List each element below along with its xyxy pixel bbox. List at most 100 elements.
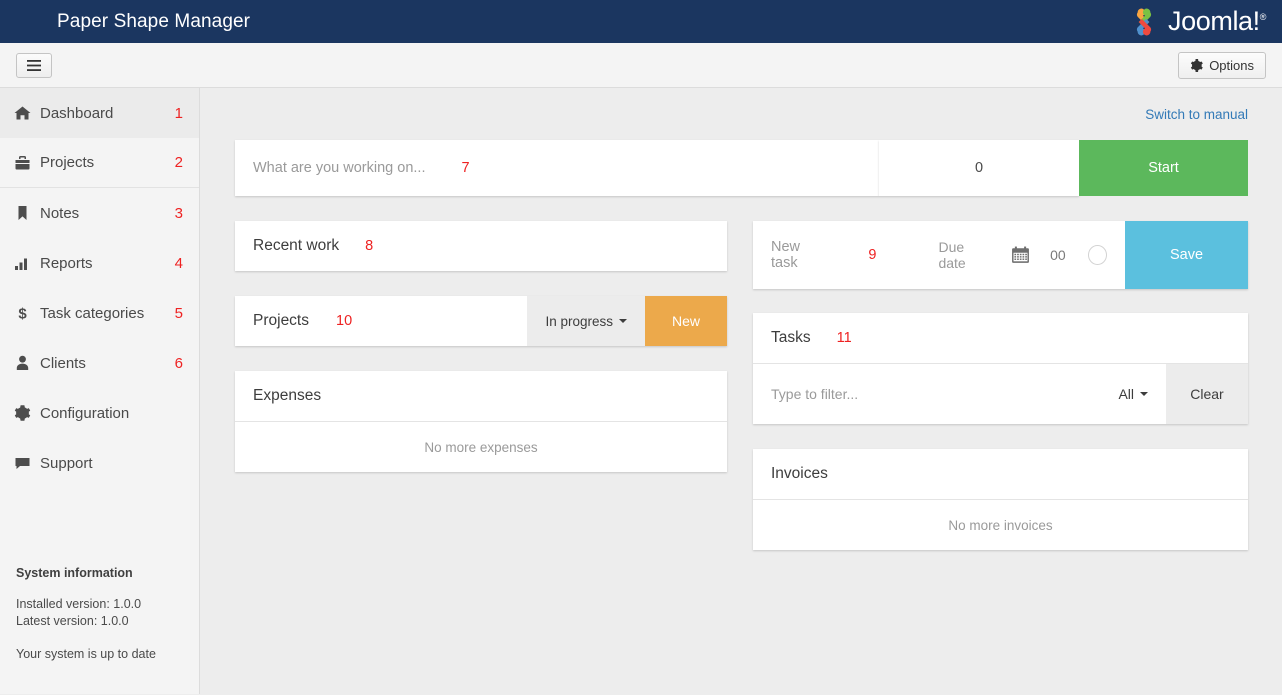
recent-work-panel: Recent work 8 — [235, 221, 727, 271]
chevron-down-icon — [619, 319, 627, 323]
expenses-title: Expenses — [253, 387, 322, 404]
annotation-number: 7 — [461, 160, 470, 176]
tasks-header: Tasks 11 — [753, 313, 1248, 363]
tasks-title: Tasks — [771, 329, 811, 346]
sidebar-item-label: Clients — [40, 354, 86, 372]
sidebar-item-projects[interactable]: Projects 2 — [0, 138, 199, 188]
joomla-logo: Joomla!® — [1127, 5, 1266, 39]
sidebar-item-label: Task categories — [40, 304, 145, 322]
sidebar-item-notes[interactable]: Notes 3 — [0, 188, 199, 238]
timer-duration-value: 0 — [879, 140, 1079, 196]
save-task-button[interactable]: Save — [1125, 221, 1248, 289]
projects-header: Projects 10 — [235, 296, 528, 346]
toolbar: Options — [0, 43, 1282, 88]
expenses-panel: Expenses No more expenses — [235, 371, 727, 472]
expenses-header: Expenses — [235, 371, 727, 421]
chevron-down-icon — [1140, 392, 1148, 396]
annotation-number: 10 — [336, 313, 353, 329]
invoices-panel: Invoices No more invoices — [753, 449, 1248, 550]
comment-icon — [14, 455, 40, 471]
sidebar-item-support[interactable]: Support — [0, 438, 199, 488]
annotation-number: 8 — [365, 238, 374, 254]
switch-to-manual-link[interactable]: Switch to manual — [1145, 107, 1248, 122]
new-task-panel: New task 9 Due date 00 Save — [753, 221, 1248, 289]
start-timer-button[interactable]: Start — [1079, 140, 1248, 196]
tasks-filter-row: Type to filter... All Clear — [753, 363, 1248, 424]
system-status: Your system is up to date — [16, 647, 156, 661]
options-button[interactable]: Options — [1178, 51, 1266, 79]
expenses-empty-message: No more expenses — [235, 421, 727, 472]
installed-version: Installed version: 1.0.0 — [16, 597, 142, 611]
menu-toggle-button[interactable] — [16, 52, 52, 78]
left-column: Recent work 8 Projects 10 In progress Ne… — [235, 221, 727, 550]
app-body: Dashboard 1 Projects 2 Notes 3 Reports 4 — [0, 88, 1282, 694]
projects-title: Projects — [253, 312, 309, 329]
projects-panel: Projects 10 In progress New — [235, 296, 727, 346]
recent-work-header: Recent work 8 — [235, 221, 727, 271]
bar-chart-icon — [14, 255, 40, 271]
task-time-value[interactable]: 00 — [1050, 247, 1066, 263]
sidebar-item-label: Dashboard — [40, 104, 114, 122]
sidebar-item-number: 4 — [174, 254, 183, 272]
sidebar-item-configuration[interactable]: Configuration — [0, 388, 199, 438]
tasks-panel: Tasks 11 Type to filter... All Clear — [753, 313, 1248, 424]
projects-status-label: In progress — [545, 313, 613, 329]
latest-version: Latest version: 1.0.0 — [16, 614, 129, 628]
sidebar-item-dashboard[interactable]: Dashboard 1 — [0, 88, 199, 138]
bookmark-icon — [14, 205, 40, 221]
annotation-number: 9 — [868, 247, 877, 263]
options-label: Options — [1209, 57, 1254, 73]
dashboard-columns: Recent work 8 Projects 10 In progress Ne… — [235, 221, 1248, 550]
sidebar-item-number: 2 — [174, 154, 183, 171]
dollar-icon: $ — [14, 305, 40, 322]
svg-text:$: $ — [18, 306, 27, 322]
system-information-title: System information — [16, 566, 133, 580]
joomla-brand-text: Joomla! — [1168, 6, 1260, 36]
tasks-filter-input[interactable]: Type to filter... — [753, 364, 1119, 424]
invoices-header: Invoices — [753, 449, 1248, 499]
timer-task-placeholder: What are you working on... — [253, 160, 426, 176]
briefcase-icon — [14, 155, 40, 171]
sidebar-item-reports[interactable]: Reports 4 — [0, 238, 199, 288]
home-icon — [14, 105, 40, 121]
new-project-button[interactable]: New — [645, 296, 727, 346]
sidebar-item-task-categories[interactable]: $ Task categories 5 — [0, 288, 199, 338]
tasks-filter-dropdown[interactable]: All — [1118, 364, 1166, 424]
sidebar-item-clients[interactable]: Clients 6 — [0, 338, 199, 388]
new-task-fields: New task 9 Due date 00 — [753, 221, 1125, 289]
invoices-empty-message: No more invoices — [753, 499, 1248, 550]
user-icon — [14, 355, 40, 371]
projects-status-dropdown[interactable]: In progress — [527, 296, 645, 346]
clear-filter-button[interactable]: Clear — [1166, 364, 1248, 424]
hamburger-icon — [27, 59, 41, 71]
page-title: Paper Shape Manager — [57, 10, 251, 32]
sidebar-item-number: 3 — [174, 204, 183, 222]
tasks-filter-selected: All — [1118, 386, 1134, 402]
app-header: Paper Shape Manager Joomla!® — [0, 0, 1282, 43]
joomla-mark-icon — [1136, 8, 1152, 35]
gear-icon — [14, 405, 40, 421]
recent-work-title: Recent work — [253, 237, 340, 254]
joomla-registered-mark: ® — [1259, 12, 1267, 22]
calendar-icon[interactable] — [1011, 246, 1030, 264]
sidebar-item-label: Support — [40, 454, 93, 472]
main-content: Switch to manual What are you working on… — [200, 88, 1282, 694]
gear-icon — [1191, 58, 1204, 72]
sidebar-item-label: Notes — [40, 204, 80, 222]
tasks-filter-placeholder: Type to filter... — [771, 386, 859, 402]
sidebar-item-label: Configuration — [40, 404, 130, 422]
sidebar: Dashboard 1 Projects 2 Notes 3 Reports 4 — [0, 88, 200, 694]
timer-task-input[interactable]: What are you working on... 7 — [235, 140, 879, 196]
sidebar-item-number: 5 — [174, 304, 183, 322]
circle-icon[interactable] — [1087, 245, 1107, 265]
sidebar-item-label: Reports — [40, 254, 93, 272]
invoices-title: Invoices — [771, 465, 828, 482]
switch-row: Switch to manual — [235, 88, 1248, 140]
due-date-input[interactable]: Due date — [938, 239, 993, 271]
right-column: New task 9 Due date 00 Save Tasks 11 Typ… — [753, 221, 1248, 550]
new-task-input[interactable]: New task — [771, 239, 828, 271]
sidebar-item-number: 6 — [174, 354, 183, 372]
joomla-wordmark: Joomla!® — [1168, 8, 1266, 35]
annotation-number: 11 — [836, 330, 852, 346]
system-information: System information Installed version: 1.… — [16, 566, 196, 661]
